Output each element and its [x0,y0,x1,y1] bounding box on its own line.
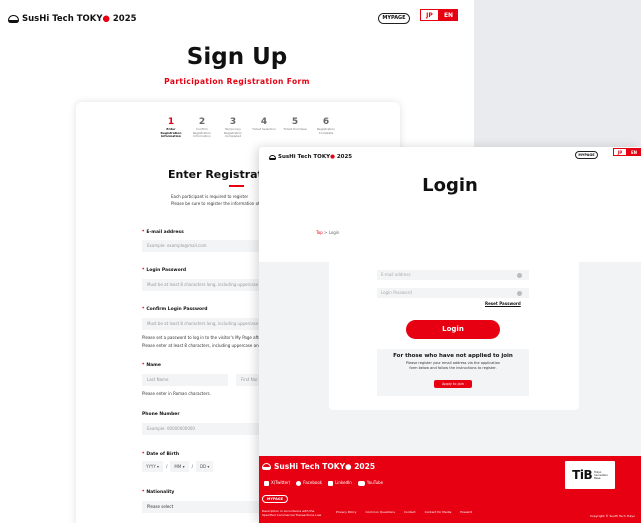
name-label: * Name [142,363,161,368]
copyright: Copyright © SusHi Tech Tokyo [589,514,635,518]
name-note: Please enter in Roman characters. [142,391,211,396]
confirm-password-label: * Confirm Login Password [142,307,208,312]
confirm-password-field[interactable]: Must be at least 8 characters long, incl… [142,318,262,330]
step-6: 6 Registration Complete [316,117,336,135]
step-4: 4 Ticket Selection [252,117,276,131]
site-footer: SusHi Tech T O KY ● 2025 X(Twitter) Faceboo… [259,456,641,523]
apply-to-join-button[interactable]: Apply to join [434,380,472,389]
page-subtitle: Participation Registration Form [164,77,310,86]
eye-icon[interactable] [517,290,522,296]
footer-links: Description in Accordance with the Speci… [262,509,472,517]
footer-presskit-link[interactable]: Presskit [460,510,472,517]
login-window: SusHi Tech T O KY ● 2025 MYPAGE JP EN Login… [259,147,641,523]
step-indicator: 1 Enter Registration Information 2 Confirm… [158,117,339,139]
lang-jp-button[interactable]: JP [420,9,439,21]
login-card: E-mail address Login Password Reset Pass… [329,254,579,410]
nationality-label: * Nationality [142,490,175,495]
phone-label: Phone Number [142,412,180,417]
language-switch: JP EN [613,148,641,156]
not-applied-text-2: form below and follow the instructions t… [409,365,497,370]
footer-media-link[interactable]: Contact for Media [425,510,452,517]
breadcrumb: Top > Login [316,230,340,235]
breadcrumb-current: Login [328,230,340,235]
signup-header: SusHi Tech T O KY ● 2025 MYPAGE JP EN [0,0,474,36]
social-links: X(Twitter) Facebook LinkedIn YouTube [264,480,383,486]
lang-en-button[interactable]: EN [627,148,641,156]
social-youtube-link[interactable]: YouTube [357,480,383,486]
dob-day-select[interactable]: DD ▾ [195,461,214,472]
social-twitter-link[interactable]: X(Twitter) [264,480,290,486]
sushitech-logo[interactable]: SusHi Tech T O KY ● 2025 [269,154,352,160]
facebook-icon [296,480,302,486]
page-title: Sign Up [186,44,288,70]
intro-text-1: Each participant is required to register [171,194,249,199]
heading-underline [229,185,244,187]
footer-privacy-link[interactable]: Privacy Policy [336,510,356,517]
not-applied-title: For those who have not applied to join [393,353,513,359]
dob-label: * Date of Birth [142,452,180,457]
login-password-field[interactable]: Login Password [377,288,529,298]
language-switch: JP EN [420,9,458,21]
youtube-icon [357,480,365,486]
tib-logo[interactable]: TiB Tokyo Innovation Base [565,461,615,489]
breadcrumb-top-link[interactable]: Top [316,230,323,235]
step-1: 1 Enter Registration Information [160,117,182,139]
nationality-select[interactable]: Please select [142,501,262,513]
password-note-2: Please enter at least 8 characters, incl… [142,343,270,348]
footer-mypage-button[interactable]: MYPAGE [262,495,288,503]
intro-text-2: Please be sure to register the informati… [171,201,272,206]
reset-password-link[interactable]: Reset Password [485,301,521,306]
mypage-button[interactable]: MYPAGE [378,13,410,24]
clear-icon[interactable] [517,272,522,278]
login-title: Login [422,175,478,196]
login-button[interactable]: Login [406,320,500,339]
mypage-button[interactable]: MYPAGE [575,151,598,159]
lang-jp-button[interactable]: JP [613,148,627,156]
footer-contact-link[interactable]: Contact [404,510,416,517]
email-label: * E-mail address [142,230,184,235]
password-label: * Login Password [142,268,187,273]
footer-faq-link[interactable]: Common Questions [365,510,394,517]
x-twitter-icon [264,480,269,486]
step-3: 3 Temporary Registration Completed [223,117,243,139]
lang-en-button[interactable]: EN [439,9,458,21]
footer-legal-link[interactable]: Description in Accordance with the Speci… [262,509,327,517]
password-note-1: Please set a password to log in to the v… [142,335,271,340]
dob-year-select[interactable]: YYYY ▾ [142,461,164,472]
dob-selects: YYYY ▾ / MM ▾ / DD ▾ [142,461,214,472]
step-5: 5 Ticket Purchase [283,117,307,131]
password-field[interactable]: Must be at least 8 characters long, incl… [142,279,262,291]
login-email-field[interactable]: E-mail address [377,270,529,280]
social-facebook-link[interactable]: Facebook [296,480,322,486]
sushi-logo-icon [262,463,271,470]
social-linkedin-link[interactable]: LinkedIn [328,480,352,486]
dob-month-select[interactable]: MM ▾ [170,461,189,472]
sushitech-logo[interactable]: SusHi Tech T O KY ● 2025 [8,14,137,24]
sushi-logo-icon [8,15,19,23]
sushi-logo-icon [269,154,276,160]
phone-field[interactable]: Example: 00000000000 [142,423,262,435]
step-2: 2 Confirm Registration Information [192,117,212,139]
linkedin-icon [328,480,334,486]
email-field[interactable]: Example: example@mail.com [142,240,262,252]
footer-logo[interactable]: SusHi Tech T O KY ● 2025 [262,462,375,471]
not-applied-box: For those who have not applied to join P… [377,349,529,396]
last-name-field[interactable]: Last Name [142,374,228,386]
